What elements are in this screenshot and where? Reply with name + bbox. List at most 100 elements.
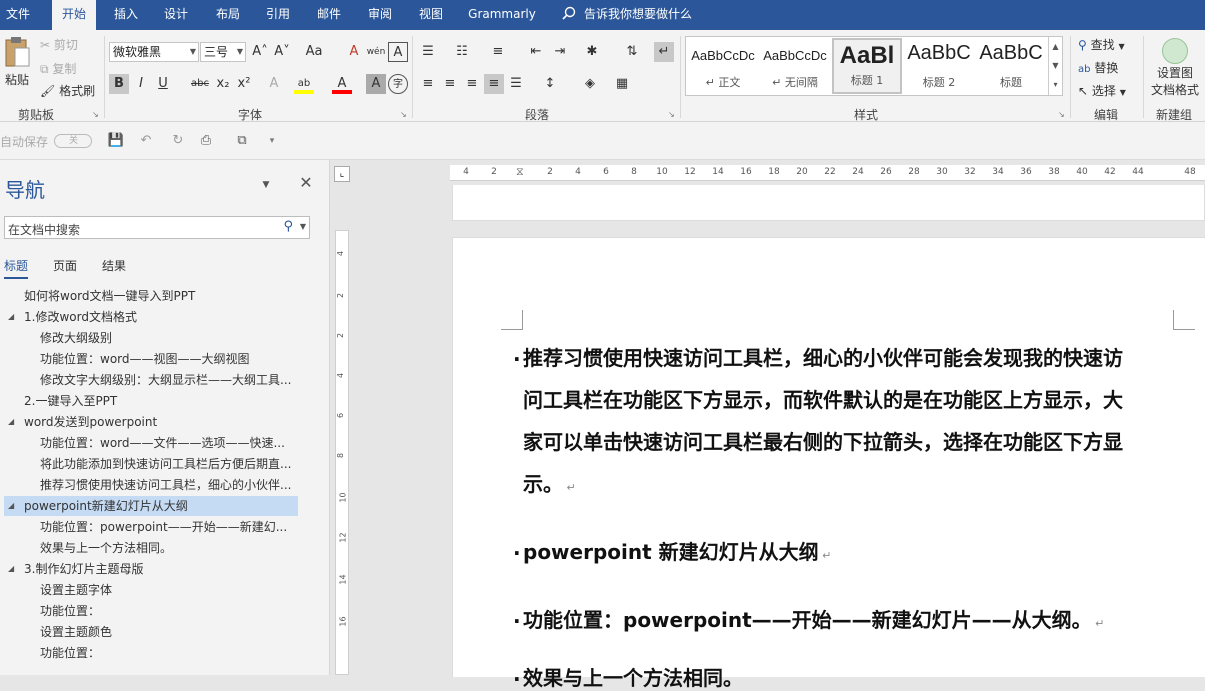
nav-heading-item[interactable]: 如何将word文档一键导入到PPT [4, 286, 298, 306]
document-paragraph[interactable]: . 功能位置：powerpoint——开始——新建幻灯片——从大纲。 ↵ [513, 604, 1104, 633]
clear-format-button[interactable]: A [344, 42, 364, 62]
cut-button[interactable]: ✂ 剪切 [40, 36, 78, 53]
indent-marker-icon[interactable]: ⧖ [516, 165, 524, 179]
bullets-icon[interactable]: ☰ [418, 42, 438, 62]
nav-heading-item[interactable]: 设置主题颜色 [4, 622, 298, 642]
nav-heading-item[interactable]: 设置主题字体 [4, 580, 298, 600]
decrease-indent-icon[interactable]: ⇤ [526, 42, 546, 62]
underline-button[interactable]: U [153, 74, 173, 94]
nav-heading-item[interactable]: ◢ word发送到powerpoint [4, 412, 298, 432]
nav-heading-item[interactable]: 功能位置： [4, 643, 298, 663]
highlight-button[interactable]: ab [294, 74, 314, 94]
chevron-down-icon[interactable]: ▼ [300, 222, 306, 231]
replace-button[interactable]: ab 替换 [1078, 59, 1118, 76]
styles-launcher-icon[interactable]: ↘ [1058, 110, 1065, 119]
close-icon[interactable]: ✕ [296, 173, 316, 193]
text-effects-button[interactable]: A [264, 74, 284, 94]
tab-home[interactable]: 开始 [52, 0, 96, 30]
document-paragraph[interactable]: 问工具栏在功能区下方显示，而软件默认的是在功能区上方显示，大 [523, 384, 1123, 413]
font-color-button[interactable]: A [332, 74, 352, 94]
customize-qat-icon[interactable]: ▾ [262, 131, 282, 151]
copy-button[interactable]: ⧉ 复制 [40, 60, 76, 77]
document-paragraph[interactable]: . 效果与上一个方法相同。 [513, 662, 743, 691]
tab-mailings[interactable]: 邮件 [307, 0, 351, 30]
horizontal-ruler[interactable]: 4 2 2 4 6 8 10 12 14 16 18 20 22 24 26 28 30 32 34 36 38 40 42… [450, 165, 1205, 181]
paragraph-launcher-icon[interactable]: ↘ [668, 110, 675, 119]
nav-heading-item[interactable]: ◢ 1.修改word文档格式 [4, 307, 298, 327]
nav-tab-results[interactable]: 结果 [102, 257, 126, 274]
style-heading-2[interactable]: AaBbC 标题 2 [904, 38, 974, 94]
nav-options-icon[interactable]: ▼ [256, 175, 276, 195]
distribute-icon[interactable]: ☰ [506, 74, 526, 94]
paste-button[interactable]: 粘贴 [2, 36, 32, 96]
save-icon[interactable]: 💾 [106, 131, 126, 151]
italic-button[interactable]: I [131, 74, 151, 94]
font-name-combo[interactable]: 微软雅黑 ▼ [109, 42, 199, 62]
subscript-button[interactable]: x₂ [213, 74, 233, 94]
tab-view[interactable]: 视图 [409, 0, 453, 30]
tab-design[interactable]: 设计 [154, 0, 198, 30]
char-shading-button[interactable]: A [366, 74, 386, 94]
chinese-layout-icon[interactable]: ✱ [582, 42, 602, 62]
show-marks-icon[interactable]: ↵ [654, 42, 674, 62]
collapse-triangle-icon[interactable]: ◢ [8, 412, 14, 432]
select-button[interactable]: ↖ 选择 ▼ [1078, 82, 1126, 99]
nav-heading-item[interactable]: 功能位置：powerpoint——开始——新建幻... [4, 517, 298, 537]
undo-icon[interactable]: ↶ [136, 131, 156, 151]
nav-heading-item[interactable]: 修改大纲级别 [4, 328, 298, 348]
document-page[interactable]: . 推荐习惯使用快速访问工具栏，细心的小伙伴可能会发现我的快速访问工具栏在功能区下… [452, 237, 1205, 690]
font-launcher-icon[interactable]: ↘ [400, 110, 407, 119]
numbering-icon[interactable]: ☷ [452, 42, 472, 62]
document-paragraph[interactable]: . 推荐习惯使用快速访问工具栏，细心的小伙伴可能会发现我的快速访 [513, 342, 1123, 371]
vertical-ruler[interactable]: 4 2 2 4 6 8 10 12 14 16 [335, 230, 349, 675]
nav-heading-item[interactable]: 效果与上一个方法相同。 [4, 538, 298, 558]
style-no-spacing[interactable]: AaBbCcDc ↵ 无间隔 [760, 38, 830, 94]
tab-file[interactable]: 文件 [0, 0, 36, 30]
align-left-icon[interactable]: ≡ [418, 74, 438, 94]
nav-heading-item[interactable]: 修改文字大纲级别：大纲显示栏——大纲工具... [4, 370, 298, 390]
align-center-icon[interactable]: ≡ [440, 74, 460, 94]
nav-heading-item[interactable]: 功能位置：word——视图——大纲视图 [4, 349, 298, 369]
nav-heading-item[interactable]: ◢ 3.制作幻灯片主题母版 [4, 559, 298, 579]
print-layout-icon[interactable]: ⎙ [196, 131, 216, 151]
find-button[interactable]: ⚲ 查找 ▼ [1078, 36, 1125, 53]
shrink-font-button[interactable]: A˅ [272, 42, 292, 62]
nav-heading-item[interactable]: 功能位置：word——文件——选项——快速... [4, 433, 298, 453]
superscript-button[interactable]: x² [234, 74, 254, 94]
nav-tab-headings[interactable]: 标题 [4, 257, 29, 279]
font-size-combo[interactable]: 三号 ▼ [200, 42, 246, 62]
nav-heading-item[interactable]: 功能位置： [4, 601, 298, 621]
change-case-button[interactable]: Aa [300, 42, 328, 62]
sort-icon[interactable]: ⇅ [622, 42, 642, 62]
nav-heading-item[interactable]: 将此功能添加到快速访问工具栏后方便后期直... [4, 454, 298, 474]
increase-indent-icon[interactable]: ⇥ [550, 42, 570, 62]
nav-heading-item[interactable]: 2.一键导入至PPT [4, 391, 298, 411]
send-to-ppt-icon[interactable]: ⧉ [232, 131, 252, 151]
document-format-button[interactable]: 设置图 文档格式 [1148, 38, 1202, 98]
align-right-icon[interactable]: ≡ [462, 74, 482, 94]
shading-icon[interactable]: ◈ [580, 74, 600, 94]
ruler-toggle-icon[interactable]: ⌞ [334, 166, 350, 182]
format-painter-button[interactable]: 🖌 格式刷 [40, 82, 95, 99]
strikethrough-button[interactable]: abc [187, 74, 213, 94]
grow-font-button[interactable]: A˄ [250, 42, 270, 62]
char-border-button[interactable]: A [388, 42, 408, 62]
nav-heading-item[interactable]: 推荐习惯使用快速访问工具栏，细心的小伙伴... [4, 475, 298, 495]
collapse-triangle-icon[interactable]: ◢ [8, 496, 14, 516]
style-title[interactable]: AaBbC 标题 [976, 38, 1046, 94]
style-normal[interactable]: AaBbCcDc ↵ 正文 [688, 38, 758, 94]
document-paragraph[interactable]: . powerpoint 新建幻灯片从大纲 ↵ [513, 536, 831, 565]
nav-heading-item[interactable]: ◢ powerpoint新建幻灯片从大纲 [4, 496, 298, 516]
nav-search-input[interactable]: 在文档中搜索 ⚲ ▼ [4, 216, 310, 239]
collapse-triangle-icon[interactable]: ◢ [8, 559, 14, 579]
tab-references[interactable]: 引用 [256, 0, 300, 30]
multilevel-list-icon[interactable]: ≡ [488, 42, 508, 62]
tab-insert[interactable]: 插入 [104, 0, 148, 30]
tab-review[interactable]: 审阅 [358, 0, 402, 30]
style-heading-1[interactable]: AaBl 标题 1 [832, 38, 902, 94]
bold-button[interactable]: B [109, 74, 129, 94]
line-spacing-icon[interactable]: ↕ [540, 74, 560, 94]
justify-icon[interactable]: ≡ [484, 74, 504, 94]
collapse-triangle-icon[interactable]: ◢ [8, 307, 14, 327]
nav-tab-pages[interactable]: 页面 [53, 257, 77, 274]
